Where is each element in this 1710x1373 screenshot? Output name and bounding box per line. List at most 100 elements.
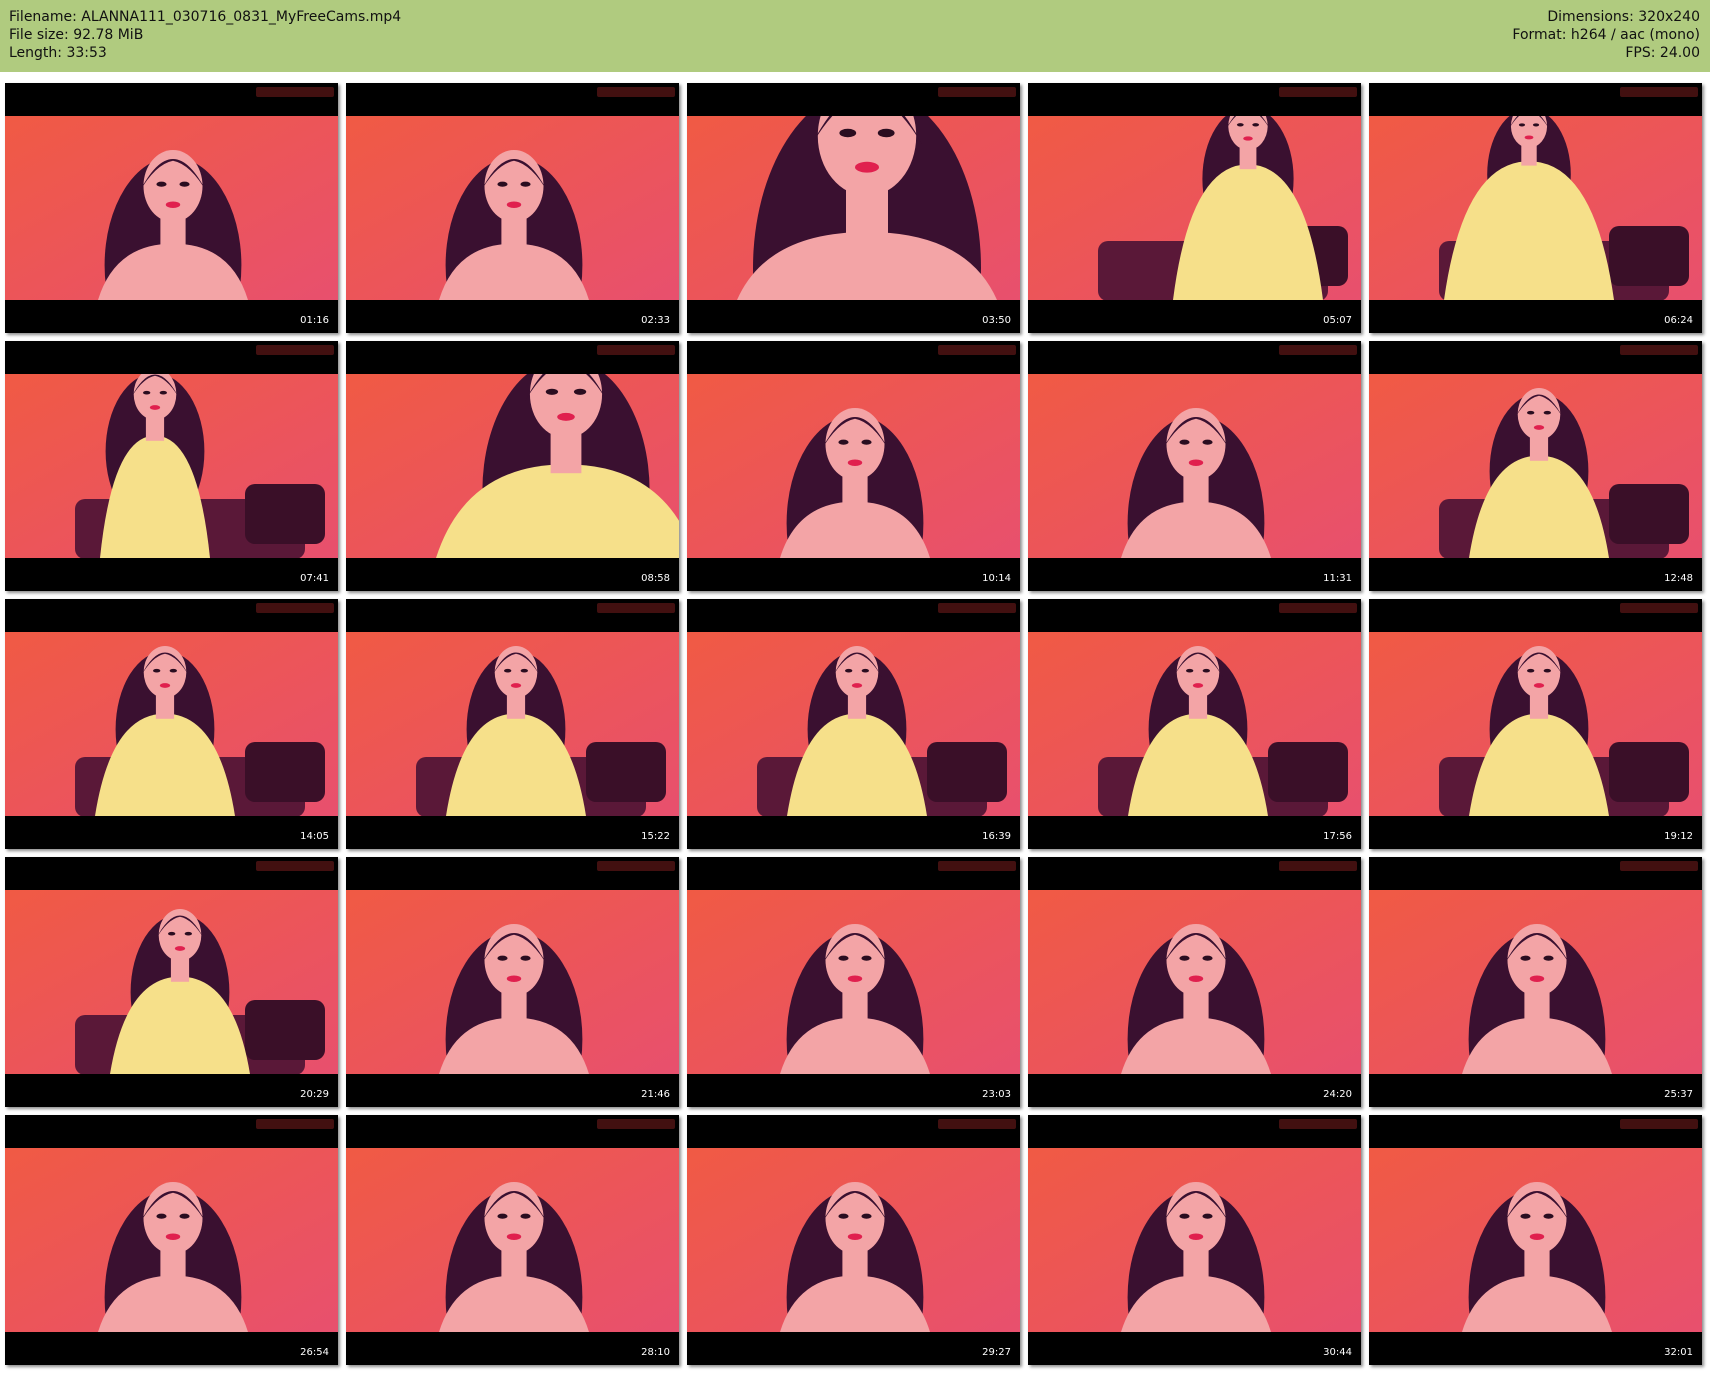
video-frame-image — [687, 116, 1020, 300]
video-frame-image — [1369, 890, 1702, 1074]
watermark-logo — [597, 861, 675, 871]
timestamp-label: 05:07 — [1323, 315, 1352, 326]
video-thumbnail[interactable]: 23:03 — [687, 857, 1020, 1107]
watermark-logo — [1279, 603, 1357, 613]
timestamp-label: 11:31 — [1323, 573, 1352, 584]
video-thumbnail[interactable]: 11:31 — [1028, 341, 1361, 591]
video-frame-image — [5, 632, 338, 816]
video-frame-image — [687, 632, 1020, 816]
video-thumbnail[interactable]: 03:50 — [687, 83, 1020, 333]
video-thumbnail[interactable]: 05:07 — [1028, 83, 1361, 333]
timestamp-label: 08:58 — [641, 573, 670, 584]
watermark-logo — [256, 345, 334, 355]
timestamp-label: 14:05 — [300, 831, 329, 842]
video-thumbnail[interactable]: 15:22 — [346, 599, 679, 849]
video-frame-image — [5, 890, 338, 1074]
video-thumbnail[interactable]: 02:33 — [346, 83, 679, 333]
video-frame-image — [346, 890, 679, 1074]
watermark-logo — [1620, 1119, 1698, 1129]
timestamp-label: 10:14 — [982, 573, 1011, 584]
timestamp-label: 17:56 — [1323, 831, 1352, 842]
video-frame-image — [1028, 890, 1361, 1074]
video-thumbnail[interactable]: 01:16 — [5, 83, 338, 333]
watermark-logo — [256, 603, 334, 613]
timestamp-label: 06:24 — [1664, 315, 1693, 326]
timestamp-label: 02:33 — [641, 315, 670, 326]
timestamp-label: 23:03 — [982, 1089, 1011, 1100]
video-frame-image — [346, 116, 679, 300]
video-frame-image — [687, 890, 1020, 1074]
timestamp-label: 30:44 — [1323, 1347, 1352, 1358]
video-frame-image — [1369, 1148, 1702, 1332]
watermark-logo — [597, 345, 675, 355]
video-thumbnail[interactable]: 16:39 — [687, 599, 1020, 849]
video-frame-image — [1028, 632, 1361, 816]
video-frame-image — [346, 632, 679, 816]
watermark-logo — [597, 603, 675, 613]
video-thumbnail[interactable]: 28:10 — [346, 1115, 679, 1365]
watermark-logo — [1620, 345, 1698, 355]
watermark-logo — [938, 1119, 1016, 1129]
video-frame-image — [1369, 374, 1702, 558]
video-frame-image — [1028, 116, 1361, 300]
watermark-logo — [597, 1119, 675, 1129]
timestamp-label: 01:16 — [300, 315, 329, 326]
video-frame-image — [1369, 116, 1702, 300]
watermark-logo — [256, 87, 334, 97]
video-frame-image — [5, 1148, 338, 1332]
video-thumbnail[interactable]: 19:12 — [1369, 599, 1702, 849]
watermark-logo — [1620, 87, 1698, 97]
watermark-logo — [938, 345, 1016, 355]
timestamp-label: 21:46 — [641, 1089, 670, 1100]
video-thumbnail[interactable]: 12:48 — [1369, 341, 1702, 591]
timestamp-label: 12:48 — [1664, 573, 1693, 584]
timestamp-label: 25:37 — [1664, 1089, 1693, 1100]
timestamp-label: 19:12 — [1664, 831, 1693, 842]
video-frame-image — [5, 116, 338, 300]
timestamp-label: 29:27 — [982, 1347, 1011, 1358]
video-frame-image — [1028, 1148, 1361, 1332]
watermark-logo — [1279, 1119, 1357, 1129]
video-thumbnail[interactable]: 29:27 — [687, 1115, 1020, 1365]
video-thumbnail[interactable]: 10:14 — [687, 341, 1020, 591]
video-thumbnail[interactable]: 30:44 — [1028, 1115, 1361, 1365]
video-frame-image — [1369, 632, 1702, 816]
video-thumbnail[interactable]: 25:37 — [1369, 857, 1702, 1107]
watermark-logo — [1620, 603, 1698, 613]
watermark-logo — [256, 1119, 334, 1129]
video-thumbnail[interactable]: 14:05 — [5, 599, 338, 849]
watermark-logo — [597, 87, 675, 97]
timestamp-label: 28:10 — [641, 1347, 670, 1358]
watermark-logo — [1620, 861, 1698, 871]
timestamp-label: 32:01 — [1664, 1347, 1693, 1358]
timestamp-label: 26:54 — [300, 1347, 329, 1358]
timestamp-label: 03:50 — [982, 315, 1011, 326]
video-thumbnail[interactable]: 07:41 — [5, 341, 338, 591]
video-thumbnail[interactable]: 32:01 — [1369, 1115, 1702, 1365]
watermark-logo — [256, 861, 334, 871]
watermark-logo — [1279, 345, 1357, 355]
video-frame-image — [1028, 374, 1361, 558]
watermark-logo — [1279, 861, 1357, 871]
timestamp-label: 07:41 — [300, 573, 329, 584]
video-frame-image — [5, 374, 338, 558]
watermark-logo — [938, 603, 1016, 613]
timestamp-label: 16:39 — [982, 831, 1011, 842]
video-thumbnail[interactable]: 21:46 — [346, 857, 679, 1107]
watermark-logo — [1279, 87, 1357, 97]
timestamp-label: 20:29 — [300, 1089, 329, 1100]
watermark-logo — [938, 87, 1016, 97]
video-thumbnail[interactable]: 26:54 — [5, 1115, 338, 1365]
video-thumbnail[interactable]: 08:58 — [346, 341, 679, 591]
video-frame-image — [346, 374, 679, 558]
video-frame-image — [346, 1148, 679, 1332]
video-thumbnail[interactable]: 24:20 — [1028, 857, 1361, 1107]
timestamp-label: 24:20 — [1323, 1089, 1352, 1100]
timestamp-label: 15:22 — [641, 831, 670, 842]
video-frame-image — [687, 374, 1020, 558]
video-thumbnail[interactable]: 06:24 — [1369, 83, 1702, 333]
video-thumbnail[interactable]: 17:56 — [1028, 599, 1361, 849]
video-frame-image — [687, 1148, 1020, 1332]
watermark-logo — [938, 861, 1016, 871]
video-thumbnail[interactable]: 20:29 — [5, 857, 338, 1107]
